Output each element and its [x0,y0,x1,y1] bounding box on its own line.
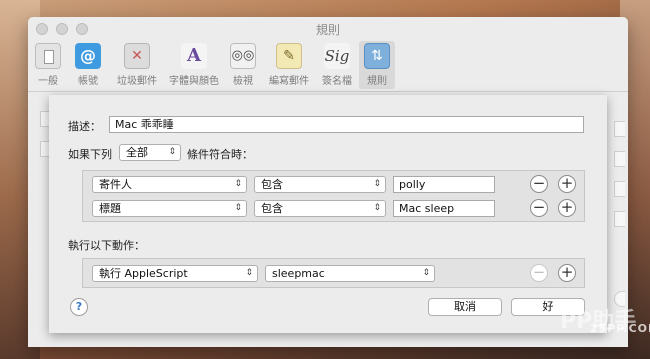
chevron-updown-icon: ⇕ [168,147,176,157]
toolbar-viewing[interactable]: ◎◎ 檢視 [226,41,260,89]
chevron-updown-icon: ⇕ [234,203,242,213]
toolbar-junk-mail-label: 垃圾郵件 [117,76,157,87]
toolbar-viewing-label: 檢視 [233,76,253,87]
match-type-popup[interactable]: 全部 ⇕ [119,144,181,161]
condition-field-popup[interactable]: 寄件人 ⇕ [92,176,247,193]
description-field[interactable]: Mac 乖乖睡 [109,116,584,133]
condition-operator-value: 包含 [261,178,283,191]
junk-mail-icon: ✕ [124,43,150,69]
condition-operator-value: 包含 [261,202,283,215]
toolbar-rules-label: 規則 [367,76,387,87]
toolbar-composing[interactable]: ✎ 編寫郵件 [264,41,314,89]
title-bar: 規則 [28,17,628,39]
match-type-value: 全部 [126,146,148,159]
conditions-group: 寄件人 ⇕ 包含 ⇕ polly − + 標題 ⇕ 包含 ⇕ Mac sleep… [82,170,585,222]
add-condition-button[interactable]: + [558,175,576,193]
remove-condition-button[interactable]: − [530,199,548,217]
composing-icon: ✎ [276,43,302,69]
add-condition-button[interactable]: + [558,199,576,217]
conditions-met-label: 條件符合時： [187,148,253,161]
toolbar-general[interactable]: 一般 [32,41,64,89]
chevron-updown-icon: ⇕ [245,268,253,278]
remove-condition-button[interactable]: − [530,175,548,193]
action-type-popup[interactable]: 執行 AppleScript ⇕ [92,265,258,282]
condition-field-popup[interactable]: 標題 ⇕ [92,200,247,217]
condition-value-field[interactable]: Mac sleep [393,200,495,217]
rules-side-button [614,211,625,227]
action-target-value: sleepmac [272,267,325,280]
toolbar-accounts[interactable]: @ 帳號 [70,41,106,89]
toolbar-accounts-label: 帳號 [78,76,98,87]
chevron-updown-icon: ⇕ [422,268,430,278]
toolbar-junk-mail[interactable]: ✕ 垃圾郵件 [112,41,162,89]
chevron-updown-icon: ⇕ [373,179,381,189]
fonts-colors-icon: A [181,43,207,69]
general-icon [35,43,61,69]
if-label: 如果下列 [68,148,112,161]
toolbar-signatures-label: 簽名檔 [322,76,352,87]
accounts-icon: @ [75,43,101,69]
help-button[interactable]: ? [70,298,88,316]
action-target-popup[interactable]: sleepmac ⇕ [265,265,435,282]
rules-side-button [614,121,625,137]
rules-side-button [614,151,625,167]
action-type-value: 執行 AppleScript [99,267,188,280]
viewing-icon: ◎◎ [230,43,256,69]
actions-group: 執行 AppleScript ⇕ sleepmac ⇕ − + [82,258,585,288]
chevron-updown-icon: ⇕ [373,203,381,213]
add-action-button[interactable]: + [558,264,576,282]
remove-action-button[interactable]: − [530,264,548,282]
toolbar-rules[interactable]: ⇅ 規則 [359,41,395,89]
actions-label: 執行以下動作： [68,239,145,252]
toolbar-composing-label: 編寫郵件 [269,76,309,87]
toolbar-general-label: 一般 [38,76,58,87]
signatures-icon: Sig [324,43,350,69]
rule-editor-sheet: 描述： Mac 乖乖睡 如果下列 全部 ⇕ 條件符合時： 寄件人 ⇕ 包含 ⇕ … [49,95,607,333]
condition-value-field[interactable]: polly [393,176,495,193]
toolbar-fonts-colors-label: 字體與顏色 [169,76,219,87]
condition-operator-popup[interactable]: 包含 ⇕ [254,176,386,193]
watermark-domain: 25PP.COM [590,322,650,335]
condition-operator-popup[interactable]: 包含 ⇕ [254,200,386,217]
toolbar-fonts-colors[interactable]: A 字體與顏色 [164,41,224,89]
window-title: 規則 [315,23,340,37]
rules-side-button [614,181,625,197]
preferences-toolbar: 一般 @ 帳號 ✕ 垃圾郵件 A 字體與顏色 ◎◎ 檢視 ✎ 編寫郵件 Sig … [28,39,628,92]
chevron-updown-icon: ⇕ [234,179,242,189]
toolbar-signatures[interactable]: Sig 簽名檔 [317,41,357,89]
condition-field-value: 寄件人 [99,178,132,191]
cancel-button[interactable]: 取消 [428,298,502,316]
condition-field-value: 標題 [99,202,121,215]
description-label: 描述： [68,120,101,133]
rules-icon: ⇅ [364,43,390,69]
